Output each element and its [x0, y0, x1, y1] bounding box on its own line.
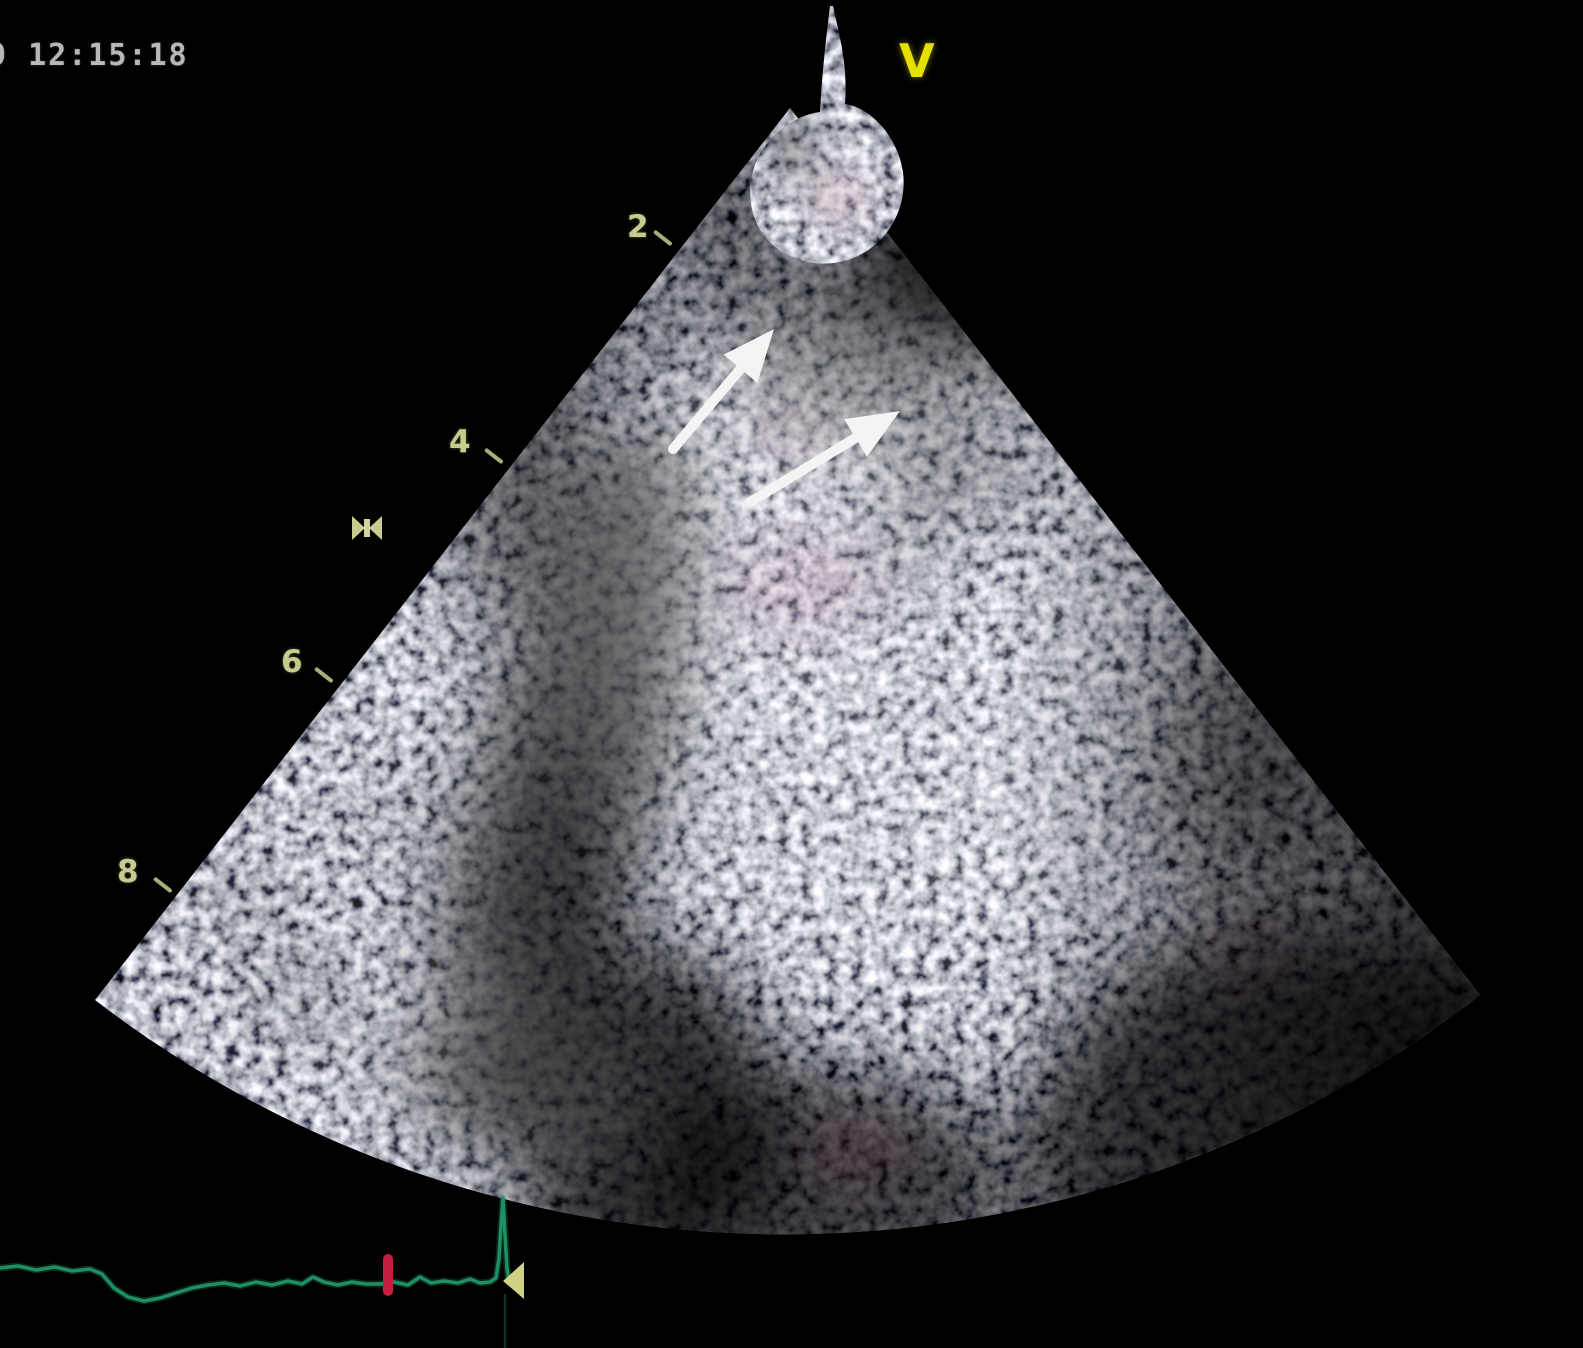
- ultrasound-screen: 9 12:15:18 V 2 4 6 8: [0, 0, 1583, 1348]
- ecg-trigger-marker: [383, 1254, 393, 1296]
- ecg-waveform-glow: [0, 1198, 514, 1301]
- ecg-strip: [0, 0, 1583, 1348]
